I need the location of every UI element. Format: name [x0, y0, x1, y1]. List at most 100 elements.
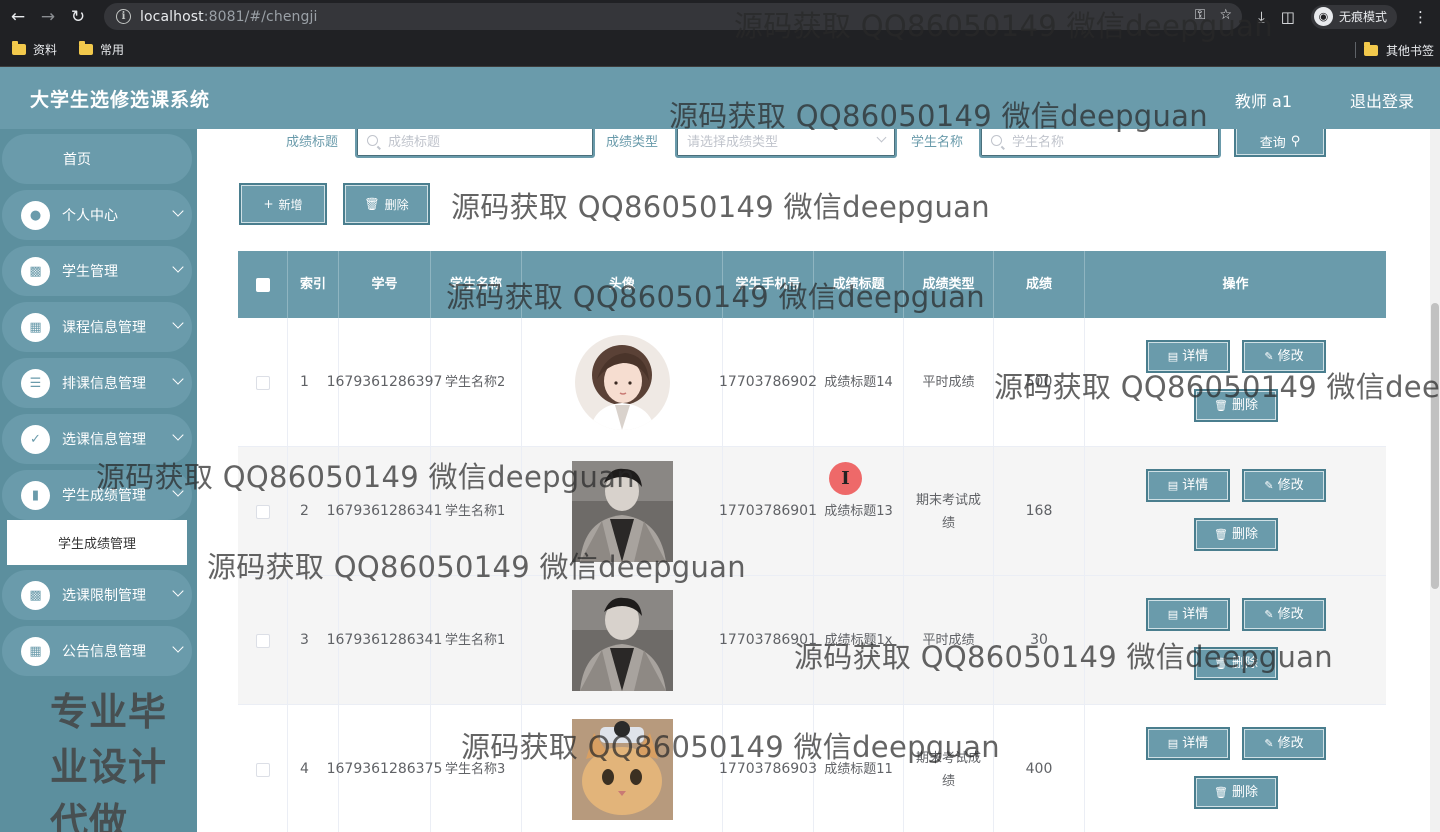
delete-button[interactable]: 🗑 删除 — [343, 183, 430, 225]
trash-icon: 🗑 — [364, 197, 380, 211]
info-icon[interactable]: i — [116, 9, 131, 24]
incognito-icon: ◉ — [1313, 7, 1333, 26]
cell-student-name: 学生名称3 — [431, 705, 522, 832]
sidebar-item-home[interactable]: 首页 — [2, 134, 192, 184]
sidebar-item-students[interactable]: ▩ 学生管理 — [2, 246, 192, 296]
sidebar-item-profile[interactable]: ● 个人中心 — [2, 190, 192, 240]
query-button[interactable]: 查询 ⚲ — [1234, 129, 1326, 157]
cell-student-name: 学生名称1 — [431, 447, 522, 576]
sidebar-item-notices[interactable]: ▦ 公告信息管理 — [2, 626, 192, 676]
row-checkbox[interactable] — [255, 633, 270, 648]
pencil-icon: ✎ — [1264, 737, 1274, 750]
document-icon: ▤ — [1167, 350, 1179, 363]
row-delete-button[interactable]: 🗑 删除 — [1194, 776, 1278, 809]
detail-button[interactable]: ▤ 详情 — [1146, 727, 1230, 760]
table-row: 3 1679361286341 学生名称1 17703786901 成绩标题1x… — [238, 576, 1386, 705]
row-checkbox[interactable] — [255, 762, 270, 777]
monitor-icon: ▩ — [21, 580, 50, 610]
star-icon[interactable]: ☆ — [1219, 7, 1232, 23]
download-icon[interactable]: ⤓ — [1258, 8, 1265, 26]
back-arrow-icon[interactable]: ← — [6, 5, 30, 29]
chevron-down-icon — [172, 429, 184, 441]
row-checkbox[interactable] — [255, 504, 270, 519]
page-scrollbar[interactable] — [1430, 129, 1440, 832]
plus-icon: + — [263, 197, 274, 211]
scrollbar-thumb[interactable] — [1431, 303, 1439, 589]
sidebar-subitem-scores[interactable]: 学生成绩管理 — [7, 520, 187, 565]
avatar — [571, 590, 673, 691]
pencil-icon: ✎ — [1264, 608, 1274, 621]
folder-icon — [1363, 41, 1378, 56]
text-cursor-icon: I — [829, 462, 862, 495]
student-name-input[interactable]: 学生名称 — [979, 129, 1221, 158]
trash-icon: 🗑 — [1214, 528, 1228, 541]
other-bookmarks[interactable]: 其他书签 — [1386, 42, 1434, 59]
cell-student-name: 学生名称2 — [431, 318, 522, 447]
cell-avatar — [522, 447, 723, 576]
row-delete-button[interactable]: 🗑 删除 — [1194, 389, 1278, 422]
edit-button[interactable]: ✎ 修改 — [1242, 727, 1326, 760]
score-title-input[interactable]: 成绩标题 — [355, 129, 595, 158]
sidebar-item-selections[interactable]: ✓ 选课信息管理 — [2, 414, 192, 464]
col-index: 索引 — [288, 251, 339, 318]
sidebar-item-limits[interactable]: ▩ 选课限制管理 — [2, 570, 192, 620]
detail-button[interactable]: ▤ 详情 — [1146, 340, 1230, 373]
student-name-label: 学生名称 — [911, 135, 964, 150]
reload-icon[interactable]: ↻ — [66, 5, 90, 29]
logout-link[interactable]: 退出登录 — [1350, 88, 1414, 112]
forward-arrow-icon[interactable]: → — [36, 5, 60, 29]
key-icon[interactable]: ⚿ — [1195, 7, 1206, 23]
folder-icon — [79, 41, 94, 55]
trash-icon: 🗑 — [1214, 657, 1228, 670]
sidebar-item-courses[interactable]: ▦ 课程信息管理 — [2, 302, 192, 352]
detail-button[interactable]: ▤ 详情 — [1146, 598, 1230, 631]
browser-toolbar: ← → ↻ i localhost:8081/#/chengji ⚿ ☆ ⤓ ◫… — [0, 0, 1440, 33]
cell-phone: 17703786903 — [719, 705, 817, 832]
bookmark-folder[interactable]: 常用 — [79, 41, 124, 58]
folder-icon — [12, 41, 26, 55]
col-phone: 学生手机号 — [723, 251, 814, 318]
row-delete-button[interactable]: 🗑 删除 — [1194, 647, 1278, 680]
search-icon: ⚲ — [1290, 133, 1301, 149]
chevron-down-icon — [876, 132, 887, 143]
cell-operations: ▤ 详情 ✎ 修改 🗑 删除 — [1085, 705, 1386, 832]
col-score-type: 成绩类型 — [904, 251, 994, 318]
col-student-name: 学生名称 — [431, 251, 522, 318]
address-bar[interactable]: i localhost:8081/#/chengji ⚿ ☆ — [104, 3, 1242, 30]
sidebar-item-schedule[interactable]: ☰ 排课信息管理 — [2, 358, 192, 408]
chevron-down-icon — [172, 373, 184, 385]
incognito-badge[interactable]: ◉ 无痕模式 — [1310, 4, 1397, 29]
col-score: 成绩 — [994, 251, 1085, 318]
edit-button[interactable]: ✎ 修改 — [1242, 469, 1326, 502]
menu-kebab-icon[interactable]: ⋮ — [1413, 8, 1428, 26]
sidepanel-icon[interactable]: ◫ — [1281, 8, 1295, 26]
score-type-select[interactable]: 请选择成绩类型 — [675, 129, 897, 158]
cell-avatar — [522, 705, 723, 832]
check-doc-icon: ✓ — [21, 424, 50, 454]
edit-button[interactable]: ✎ 修改 — [1242, 340, 1326, 373]
detail-button[interactable]: ▤ 详情 — [1146, 469, 1230, 502]
bookmark-folder[interactable]: 资料 — [12, 41, 57, 58]
document-icon: ▤ — [1167, 608, 1179, 621]
row-checkbox[interactable] — [255, 375, 270, 390]
document-icon: ▤ — [1167, 479, 1179, 492]
pencil-icon: ✎ — [1264, 350, 1274, 363]
id-card-icon: ▩ — [21, 256, 50, 286]
edit-button[interactable]: ✎ 修改 — [1242, 598, 1326, 631]
cell-student-no: 1679361286341 — [327, 447, 442, 576]
url-text[interactable]: localhost:8081/#/chengji — [140, 9, 317, 25]
promo-text: 专业毕业设计代做 — [50, 690, 168, 832]
add-button[interactable]: + 新增 — [239, 183, 327, 225]
avatar — [571, 461, 673, 562]
table-row: 4 1679361286375 学生名称3 17703786903 成绩标题11… — [238, 705, 1386, 832]
cell-score: 400 — [994, 705, 1085, 832]
row-delete-button[interactable]: 🗑 删除 — [1194, 518, 1278, 551]
cell-student-no: 1679361286397 — [327, 318, 442, 447]
chevron-down-icon — [172, 485, 184, 497]
col-score-title: 成绩标题 — [814, 251, 904, 318]
sidebar-item-scores[interactable]: ▮ 学生成绩管理 — [2, 470, 192, 520]
cell-operations: ▤ 详情 ✎ 修改 🗑 删除 — [1085, 318, 1386, 447]
chevron-down-icon — [172, 585, 184, 597]
select-all-checkbox[interactable] — [255, 277, 270, 292]
cell-score-type: 期末考试成绩 — [904, 705, 994, 832]
